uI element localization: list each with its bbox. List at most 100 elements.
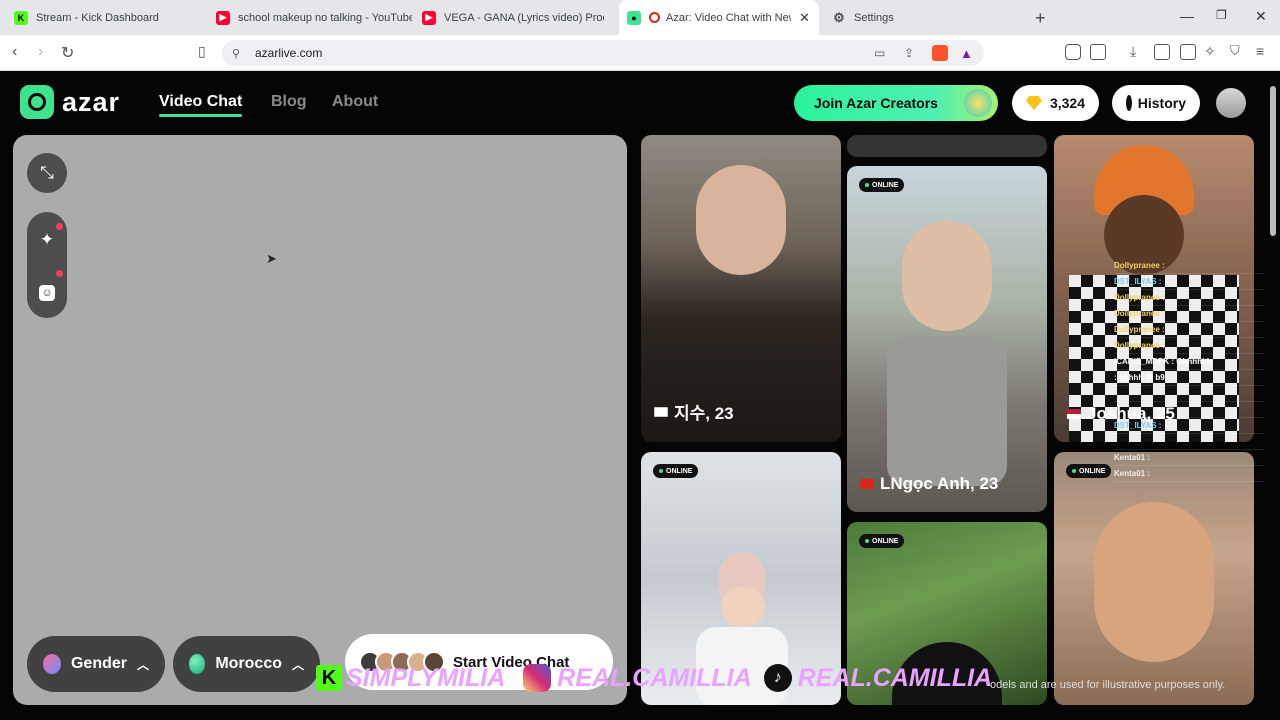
brave-rewards-icon[interactable]: ▲: [960, 46, 973, 61]
chat-line: [1114, 434, 1264, 450]
tab-title: Settings: [854, 11, 894, 24]
country-label: Morocco: [215, 655, 282, 672]
page-scrollbar[interactable]: [1270, 86, 1276, 236]
tab-search-icon[interactable]: [1090, 44, 1106, 60]
mouse-cursor-icon: ➤: [266, 251, 277, 266]
cast-icon[interactable]: ▭: [874, 46, 885, 60]
wallet-icon[interactable]: [1180, 44, 1196, 60]
flag-us-icon: [1067, 409, 1081, 419]
video-preview: ⤡ ✦ ☺ ➤ Gender ︿ Morocco ︿: [13, 135, 627, 705]
tab-youtube-2[interactable]: ▶ VEGA - GANA (Lyrics video) Prod By: [422, 0, 612, 35]
reload-icon[interactable]: ↻: [61, 43, 74, 63]
chat-line: : hhhhh ffi b9: [1114, 370, 1264, 386]
gender-icon: [43, 654, 61, 674]
stream-chat-overlay: Dollypranee : DST_ILYAS : Dollypranee : …: [1114, 258, 1264, 482]
chat-line: Dollypranee :: [1114, 258, 1264, 274]
online-badge: ONLINE: [859, 534, 905, 548]
gems-balance-button[interactable]: 3,324: [1012, 85, 1099, 121]
tab-kick[interactable]: K Stream - Kick Dashboard: [12, 0, 212, 35]
url-bar[interactable]: ⚲ azarlive.com ▭ ⇪ ▲: [222, 40, 984, 66]
disclaimer-text: odels and are used for illustrative purp…: [990, 679, 1226, 691]
menu-icon[interactable]: ≡: [1256, 43, 1264, 59]
bookmark-icon[interactable]: ▯: [198, 43, 206, 60]
face-filter-icon[interactable]: ☺: [39, 284, 55, 301]
profile-photo: [696, 165, 786, 275]
chat-line: Dollypranee :: [1114, 322, 1264, 338]
flag-vn-icon: [860, 479, 874, 489]
chat-line: Dollypranee :: [1114, 306, 1264, 322]
browser-tab-bar: K Stream - Kick Dashboard ▶ school makeu…: [0, 0, 1280, 35]
share-icon[interactable]: ⇪: [904, 46, 914, 60]
profile-card[interactable]: ONLINE: [1054, 452, 1254, 705]
address-toolbar: ‹ › ↻ ▯ ⚲ azarlive.com ▭ ⇪ ▲ ⤓ ✧ ⛉ ≡: [0, 35, 1280, 71]
join-creators-button[interactable]: Join Azar Creators: [794, 85, 998, 121]
profile-avatar[interactable]: [1216, 88, 1246, 118]
chat-line: DST_ILYAS :: [1114, 274, 1264, 290]
online-badge: ONLINE: [1066, 464, 1112, 478]
collapse-video-button[interactable]: ⤡: [27, 153, 67, 193]
profile-photo: [1094, 502, 1214, 662]
profile-card[interactable]: [847, 135, 1047, 157]
extensions-icon[interactable]: [1065, 44, 1081, 60]
nav-video-chat[interactable]: Video Chat: [159, 93, 243, 117]
tiktok-icon: ♪: [763, 664, 792, 692]
forward-icon[interactable]: ›: [38, 43, 43, 61]
new-tab-icon[interactable]: +: [1035, 8, 1046, 29]
flag-kr-icon: [654, 406, 668, 417]
notification-dot: [56, 223, 63, 230]
chat-line: Dollypranee :: [1114, 338, 1264, 354]
vpn-icon[interactable]: ⛉: [1230, 43, 1240, 59]
chevron-up-icon: ︿: [291, 657, 304, 672]
effects-sparkle-icon[interactable]: ✦: [40, 230, 54, 250]
profile-photo: [902, 221, 992, 331]
chat-line: Kenta01 :: [1114, 450, 1264, 466]
tab-title: school makeup no talking - YouTube: [238, 11, 412, 24]
logo-text: azar: [62, 86, 121, 117]
download-icon[interactable]: ⤓: [1130, 43, 1136, 60]
nav-blog[interactable]: Blog: [271, 93, 307, 111]
url-text: azarlive.com: [255, 46, 323, 60]
chat-line: [1114, 386, 1264, 402]
kick-icon: K: [14, 10, 28, 25]
country-filter-button[interactable]: Morocco ︿: [173, 636, 320, 692]
kick-logo-icon: K: [316, 665, 342, 691]
chat-line: Kenta01 :: [1114, 466, 1264, 482]
gender-label: Gender: [70, 655, 127, 672]
chat-line: ICARIS_MDPK : Ghhhhhh: [1114, 354, 1264, 370]
profile-name: LNgọc Anh, 23: [860, 474, 998, 494]
clock-icon: [1126, 95, 1132, 111]
history-button[interactable]: History: [1112, 85, 1200, 121]
azar-icon: ●: [627, 10, 641, 25]
creators-label: Join Azar Creators: [814, 95, 938, 111]
creators-orb-icon: [964, 89, 992, 117]
online-badge: ONLINE: [859, 178, 905, 192]
tab-settings[interactable]: ⚙ Settings: [832, 0, 1022, 35]
profile-card[interactable]: ONLINE LNgọc Anh, 23: [847, 166, 1047, 512]
collapse-icon: ⤡: [40, 163, 54, 182]
azar-logo[interactable]: azar: [20, 85, 120, 119]
instagram-icon: [523, 664, 552, 692]
streamer-social-overlay: K SIMPLYMILIA REAL.CAMILLIA ♪ REAL.CAMIL…: [316, 660, 992, 696]
chat-line: [1114, 402, 1264, 418]
window-close-icon[interactable]: ✕: [1255, 8, 1267, 25]
nav-about[interactable]: About: [332, 93, 378, 111]
site-info-icon[interactable]: ⚲: [232, 47, 240, 60]
tab-youtube-1[interactable]: ▶ school makeup no talking - YouTube: [216, 0, 412, 35]
tab-title: VEGA - GANA (Lyrics video) Prod By: [444, 11, 604, 24]
tab-azar[interactable]: ● Azar: Video Chat with New Pe ✕: [619, 0, 819, 35]
close-tab-icon[interactable]: ✕: [799, 10, 810, 26]
gender-filter-button[interactable]: Gender ︿: [27, 636, 165, 692]
profile-card[interactable]: 지수, 23: [641, 135, 841, 442]
brave-shield-icon[interactable]: [932, 45, 948, 61]
leo-ai-icon[interactable]: ✧: [1204, 43, 1216, 60]
azar-site: azar Video Chat Blog About Join Azar Cre…: [0, 71, 1280, 720]
maximize-icon[interactable]: ❐: [1216, 8, 1227, 22]
azar-logo-icon: [20, 85, 54, 119]
minimize-icon[interactable]: —: [1180, 8, 1194, 24]
sidebar-icon[interactable]: [1154, 44, 1170, 60]
recording-icon: [649, 12, 660, 23]
online-badge: ONLINE: [653, 464, 699, 478]
youtube-icon: ▶: [422, 10, 436, 25]
profile-photo: [721, 587, 765, 627]
back-icon[interactable]: ‹: [12, 43, 17, 61]
